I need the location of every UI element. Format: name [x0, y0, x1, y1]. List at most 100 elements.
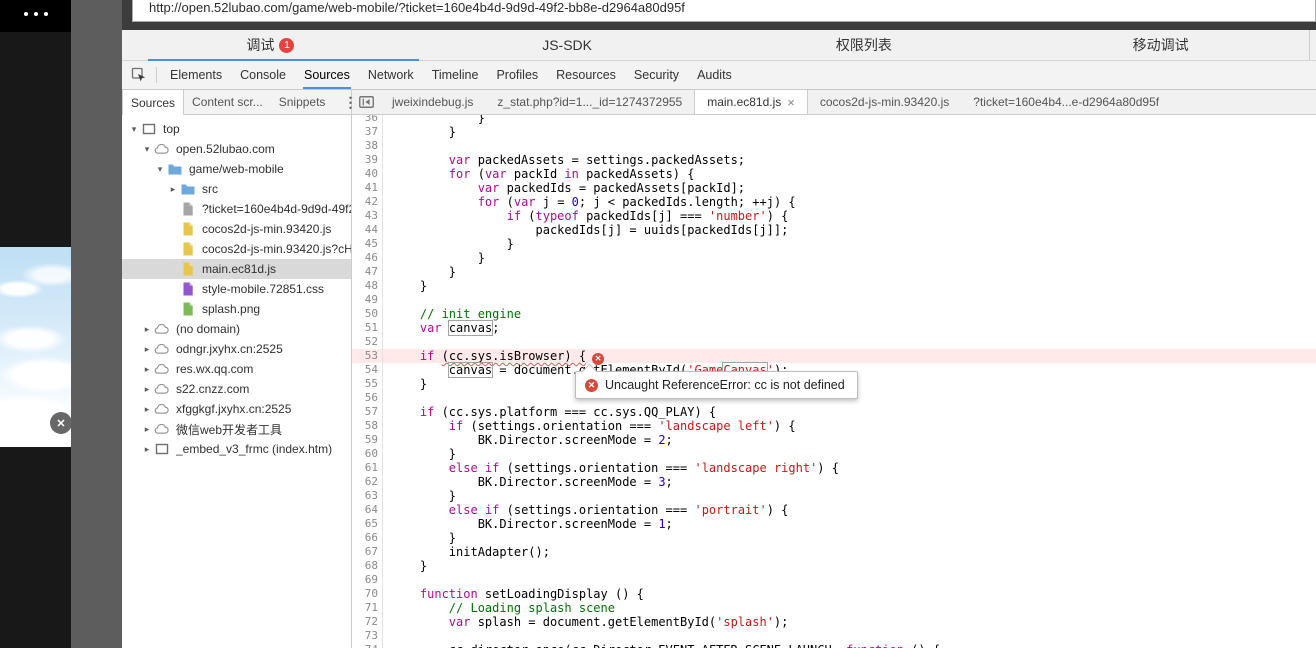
code-line[interactable]: if (cc.sys.platform === cc.sys.QQ_PLAY) …: [383, 405, 1316, 419]
tree-item[interactable]: ?ticket=160e4b4d-9d9d-49f2: [122, 199, 351, 219]
code-line[interactable]: [383, 629, 1316, 643]
code-line[interactable]: // init engine: [383, 307, 1316, 321]
tree-item[interactable]: ▸ odngr.jxyhx.cn:2525: [122, 339, 351, 359]
file-tab[interactable]: z_stat.php?id=1..._id=1274372955: [485, 90, 694, 114]
code-line[interactable]: }: [383, 279, 1316, 293]
code-line[interactable]: packedIds[j] = uuids[packedIds[j]];: [383, 223, 1316, 237]
code-line[interactable]: }: [383, 125, 1316, 139]
line-number[interactable]: 42: [352, 195, 383, 209]
line-number[interactable]: 68: [352, 559, 383, 573]
code-line[interactable]: BK.Director.screenMode = 1;: [383, 517, 1316, 531]
inspector-tab-resources[interactable]: Resources: [547, 61, 625, 89]
line-number[interactable]: 47: [352, 265, 383, 279]
line-number[interactable]: 57: [352, 405, 383, 419]
line-number[interactable]: 43: [352, 209, 383, 223]
code-line[interactable]: function setLoadingDisplay () {: [383, 587, 1316, 601]
main-tab-1[interactable]: JS-SDK: [419, 30, 716, 60]
line-number[interactable]: 50: [352, 307, 383, 321]
code-line[interactable]: if (settings.orientation === 'landscape …: [383, 419, 1316, 433]
inspector-tab-timeline[interactable]: Timeline: [423, 61, 488, 89]
code-line[interactable]: initAdapter();: [383, 545, 1316, 559]
chevron-right-icon[interactable]: ▸: [141, 324, 153, 335]
tree-item[interactable]: ▾ open.52lubao.com: [122, 139, 351, 159]
chevron-right-icon[interactable]: ▸: [141, 404, 153, 415]
code-line[interactable]: else if (settings.orientation === 'portr…: [383, 503, 1316, 517]
tree-item[interactable]: ▾ game/web-mobile: [122, 159, 351, 179]
code-line[interactable]: if (cc.sys.isBrowser) {✕: [383, 349, 1316, 365]
chevron-right-icon[interactable]: ▸: [141, 364, 153, 375]
main-tab-2[interactable]: 权限列表: [716, 30, 1013, 60]
line-number[interactable]: 69: [352, 573, 383, 587]
line-number[interactable]: 49: [352, 293, 383, 307]
file-tab[interactable]: main.ec81d.js ×: [694, 90, 808, 114]
tree-item[interactable]: cocos2d-js-min.93420.js: [122, 219, 351, 239]
inspector-tab-sources[interactable]: Sources: [295, 61, 359, 89]
inspector-tab-security[interactable]: Security: [625, 61, 688, 89]
line-number[interactable]: 74: [352, 643, 383, 648]
tree-item[interactable]: style-mobile.72851.css: [122, 279, 351, 299]
line-number[interactable]: 41: [352, 181, 383, 195]
line-number[interactable]: 53: [352, 349, 383, 363]
chevron-right-icon[interactable]: ▸: [141, 424, 153, 435]
code-line[interactable]: }: [383, 559, 1316, 573]
line-number[interactable]: 64: [352, 503, 383, 517]
line-number[interactable]: 70: [352, 587, 383, 601]
code-line[interactable]: for (var packId in packedAssets) {: [383, 167, 1316, 181]
line-number[interactable]: 73: [352, 629, 383, 643]
tree-item[interactable]: ▸ 微信web开发者工具: [122, 419, 351, 439]
code-line[interactable]: var canvas;: [383, 320, 1316, 336]
code-line[interactable]: }: [383, 265, 1316, 279]
line-number[interactable]: 66: [352, 531, 383, 545]
sidebar-tab-sources[interactable]: Sources: [122, 90, 185, 115]
inspector-tab-profiles[interactable]: Profiles: [487, 61, 547, 89]
code-line[interactable]: }: [383, 251, 1316, 265]
inspector-tab-console[interactable]: Console: [231, 61, 295, 89]
file-tab[interactable]: jweixindebug.js: [380, 90, 485, 114]
line-number[interactable]: 55: [352, 377, 383, 391]
code-line[interactable]: BK.Director.screenMode = 2;: [383, 433, 1316, 447]
line-number[interactable]: 71: [352, 601, 383, 615]
code-line[interactable]: [383, 139, 1316, 153]
code-line[interactable]: }: [383, 489, 1316, 503]
tree-item[interactable]: ▸ src: [122, 179, 351, 199]
tree-item[interactable]: ▸ (no domain): [122, 319, 351, 339]
line-number[interactable]: 39: [352, 153, 383, 167]
code-line[interactable]: [383, 335, 1316, 349]
code-line[interactable]: }: [383, 447, 1316, 461]
file-tab[interactable]: cocos2d-js-min.93420.js: [808, 90, 961, 114]
main-tab-3[interactable]: 移动调试: [1012, 30, 1309, 60]
line-number[interactable]: 65: [352, 517, 383, 531]
more-menu-icon[interactable]: [23, 12, 48, 16]
inspector-tab-elements[interactable]: Elements: [161, 61, 231, 89]
tree-item[interactable]: ▸ s22.cnzz.com: [122, 379, 351, 399]
line-number[interactable]: 60: [352, 447, 383, 461]
line-number[interactable]: 52: [352, 335, 383, 349]
line-number[interactable]: 54: [352, 363, 383, 377]
tree-item[interactable]: ▸ xfggkgf.jxyhx.cn:2525: [122, 399, 351, 419]
line-number[interactable]: 72: [352, 615, 383, 629]
inspector-tab-network[interactable]: Network: [359, 61, 423, 89]
code-line[interactable]: }: [383, 115, 1316, 125]
inspect-element-icon[interactable]: [131, 67, 147, 83]
line-number[interactable]: 56: [352, 391, 383, 405]
code-line[interactable]: var packedIds = packedAssets[packId];: [383, 181, 1316, 195]
line-number[interactable]: 40: [352, 167, 383, 181]
tree-item[interactable]: cocos2d-js-min.93420.js?cHV: [122, 239, 351, 259]
code-line[interactable]: BK.Director.screenMode = 3;: [383, 475, 1316, 489]
code-line[interactable]: var splash = document.getElementById('sp…: [383, 615, 1316, 629]
line-number[interactable]: 45: [352, 237, 383, 251]
line-number[interactable]: 48: [352, 279, 383, 293]
tree-item[interactable]: splash.png: [122, 299, 351, 319]
line-number[interactable]: 59: [352, 433, 383, 447]
code-line[interactable]: }: [383, 531, 1316, 545]
sidebar-tab-snippets[interactable]: Snippets: [271, 90, 334, 114]
code-line[interactable]: [383, 293, 1316, 307]
code-line[interactable]: // Loading splash scene: [383, 601, 1316, 615]
hide-navigator-icon[interactable]: [352, 90, 380, 114]
line-number[interactable]: 61: [352, 461, 383, 475]
close-preview-button[interactable]: ✕: [50, 412, 72, 434]
chevron-right-icon[interactable]: ▸: [141, 444, 153, 455]
code-line[interactable]: }: [383, 237, 1316, 251]
code-line[interactable]: if (typeof packedIds[j] === 'number') {: [383, 209, 1316, 223]
main-tab-0[interactable]: 调试 1: [122, 30, 419, 61]
